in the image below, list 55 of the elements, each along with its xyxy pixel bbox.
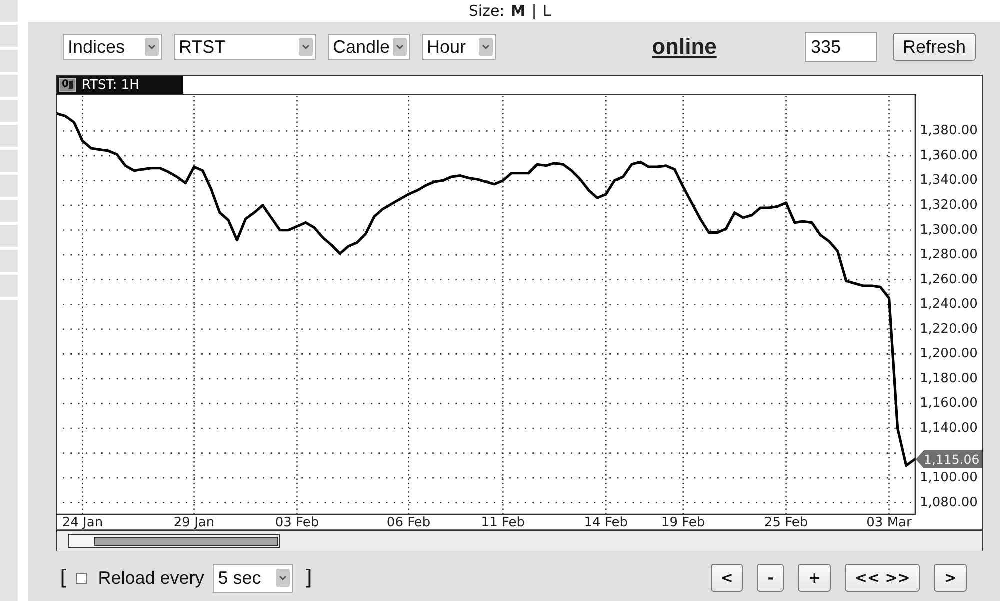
axis-label: 1,360.00 [920, 148, 978, 164]
chevron-down-icon [145, 38, 159, 56]
axis-label: 1,240.00 [920, 297, 978, 312]
open-bracket: [ [60, 566, 68, 590]
dropdown[interactable]: Indices [63, 34, 162, 60]
axis-label: 1,340.00 [920, 173, 978, 188]
chevron-down-icon [393, 38, 407, 56]
axis-label: 1,280.00 [920, 248, 978, 263]
axis-label: 11 Feb [481, 516, 525, 530]
axis-label: 1,260.00 [920, 272, 978, 288]
axis-label: 1,140.00 [920, 421, 978, 436]
axis-label: 1,160.00 [920, 396, 978, 412]
chart-title: RTST: 1H [82, 78, 140, 92]
input-field[interactable]: 335 [805, 32, 877, 62]
axis-label: 19 Feb [662, 516, 706, 530]
axis-label: 1,180.00 [920, 371, 978, 386]
chevron-down-icon [299, 38, 313, 56]
size-label: Size: [468, 2, 505, 20]
size-option[interactable]: M [510, 2, 526, 20]
zoom-in-button[interactable]: + [798, 564, 831, 592]
back-button[interactable]: < [710, 564, 744, 592]
axis-label: 1,320.00 [920, 198, 978, 213]
axis-label: 25 Feb [764, 516, 808, 530]
axis-label: 06 Feb [386, 516, 431, 530]
axis-label: 1,300.00 [920, 222, 978, 238]
zoom-out-button[interactable]: - [757, 564, 784, 592]
axis-label: 24 Jan [62, 516, 104, 530]
dropdown[interactable]: RTST [174, 34, 316, 60]
forward-button[interactable]: > [934, 564, 967, 592]
refresh-button[interactable]: Refresh [893, 33, 976, 61]
axis-label: 1,080.00 [920, 495, 978, 510]
axis-label: 14 Feb [584, 516, 628, 530]
checkbox[interactable] [76, 572, 88, 584]
scrollbar[interactable] [68, 534, 280, 548]
axis-label: 29 Jan [174, 516, 215, 530]
last-price-label: 1,115.06 [916, 450, 982, 468]
axis-label: 1,200.00 [920, 346, 978, 362]
separator: | [532, 2, 537, 20]
size-option[interactable]: L [542, 2, 552, 20]
fit-button[interactable]: << >> [844, 564, 920, 592]
scroll-thumb[interactable] [94, 536, 278, 546]
chart-tab-button[interactable]: 0 [59, 78, 76, 92]
chevron-down-icon [479, 38, 493, 56]
axis-label: 03 Mar [866, 516, 912, 530]
close-bracket: ] [304, 566, 312, 590]
axis-label: 03 Feb [275, 516, 320, 530]
axis-label: 1,380.00 [920, 124, 978, 139]
chevron-down-icon [276, 569, 290, 587]
dropdown[interactable]: Candle [328, 34, 410, 60]
checkbox-label: Reload every [98, 568, 204, 588]
status-link[interactable]: online [652, 34, 717, 60]
dropdown[interactable]: 5 sec [213, 564, 294, 592]
axis-label: 1,100.00 [920, 470, 978, 486]
axis-label: 1,220.00 [920, 322, 978, 337]
dropdown[interactable]: Hour [422, 34, 496, 60]
